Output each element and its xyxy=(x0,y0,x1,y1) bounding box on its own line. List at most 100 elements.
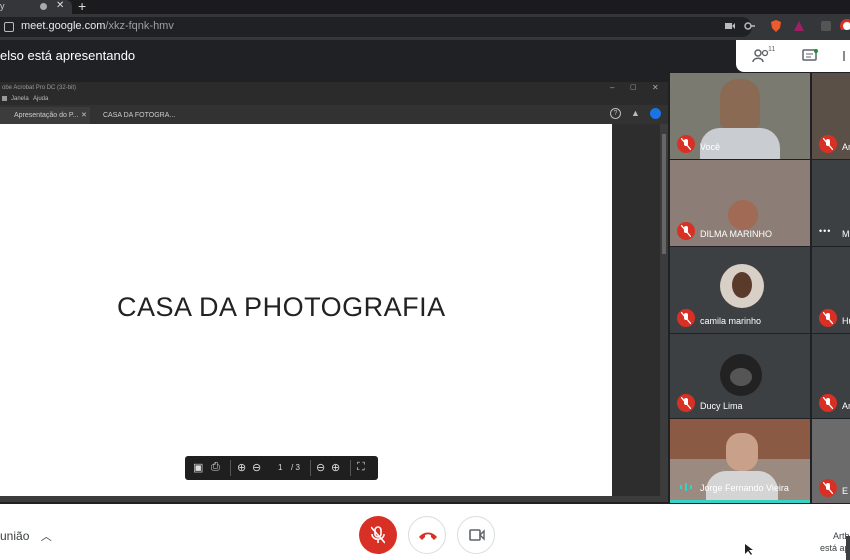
tab-apresentacao[interactable]: Apresentação do P... ✕ xyxy=(0,107,90,124)
participant-avatar xyxy=(720,354,762,396)
slide-title: CASA DA PHOTOGRAFIA xyxy=(117,292,446,322)
participant-tile[interactable]: DILMA MARINHO xyxy=(670,160,810,246)
presenter-thumbnail[interactable] xyxy=(846,536,850,560)
brave-shield-icon[interactable] xyxy=(770,20,782,32)
page-number-input[interactable]: 1 xyxy=(278,463,282,472)
hang-up-icon xyxy=(419,532,437,540)
tab-casa-fotografia[interactable]: CASA DA FOTOGRA... xyxy=(89,107,177,124)
save-icon[interactable]: ▣ xyxy=(193,461,203,474)
presenting-status: elso está apresentando xyxy=(0,48,136,63)
account-icon[interactable] xyxy=(650,108,661,119)
close-window-icon[interactable]: ✕ xyxy=(652,83,659,92)
site-info-icon[interactable] xyxy=(4,22,14,32)
muted-icon xyxy=(677,222,695,240)
brave-rewards-icon[interactable] xyxy=(793,20,805,32)
participant-tile[interactable]: Hu xyxy=(812,247,850,333)
tab-label: CASA DA FOTOGRA... xyxy=(103,112,176,119)
participant-name: Você xyxy=(700,142,721,152)
muted-icon xyxy=(677,135,695,153)
muted-icon xyxy=(819,309,837,327)
menu-ajuda[interactable]: Ajuda xyxy=(33,94,48,105)
scroll-thumb[interactable] xyxy=(662,134,666,254)
participant-tile[interactable]: Ducy Lima xyxy=(670,334,810,418)
help-icon[interactable]: ? xyxy=(610,108,621,119)
more-options-icon[interactable]: ••• xyxy=(819,226,831,236)
profile-avatar-icon[interactable] xyxy=(839,18,850,30)
meeting-details-label: união xyxy=(0,529,30,543)
participant-name: Jorge Fernando Vieira xyxy=(700,483,789,493)
participant-avatar xyxy=(720,264,764,308)
participant-name: E xyxy=(842,486,849,496)
acrobat-right-panel xyxy=(612,124,660,496)
divider xyxy=(230,460,231,476)
url-field[interactable]: meet.google.com/xkz-fqnk-hmv xyxy=(0,17,752,37)
participant-tile[interactable]: camila marinho xyxy=(670,247,810,333)
page-navigation-toolbar: ▣ ⎙ ⊕ ⊖ 1 / 3 ⊖ ⊕ ⛶ xyxy=(185,456,378,480)
zoom-out-icon[interactable]: ⊖ xyxy=(316,461,325,474)
divider xyxy=(350,460,351,476)
next-page-icon[interactable]: ⊖ xyxy=(252,461,261,474)
menu-icon[interactable] xyxy=(2,96,7,101)
people-count: 11 xyxy=(768,46,776,53)
acrobat-title-bar: obe Acrobat Pro DC (32-bit) xyxy=(0,82,668,94)
participant-video xyxy=(728,200,758,230)
tab-title: y xyxy=(0,1,5,11)
pdf-scrollbar[interactable] xyxy=(660,124,668,496)
camera-toggle-button[interactable] xyxy=(457,516,495,554)
maximize-icon[interactable]: ▢ xyxy=(630,83,637,91)
recording-indicator-icon xyxy=(40,3,47,10)
camera-indicator-icon[interactable] xyxy=(724,20,736,32)
acrobat-tabs: Apresentação do P... ✕ CASA DA FOTOGRA..… xyxy=(0,105,668,124)
divider xyxy=(310,460,311,476)
participant-name: Mi xyxy=(842,229,850,239)
participant-video xyxy=(726,433,758,471)
meeting-details-button[interactable]: união ︿ xyxy=(0,528,52,544)
meet-top-controls: 11 xyxy=(736,40,850,72)
close-tab-icon[interactable]: ✕ xyxy=(81,107,87,124)
activities-icon[interactable] xyxy=(838,49,850,63)
chat-icon[interactable] xyxy=(802,49,818,63)
muted-icon xyxy=(819,394,837,412)
participant-name: DILMA MARINHO xyxy=(700,229,773,239)
zoom-in-icon[interactable]: ⊕ xyxy=(331,461,340,474)
fit-page-icon[interactable]: ⛶ xyxy=(357,461,365,474)
avatar-face xyxy=(730,368,752,386)
mic-off-icon xyxy=(371,526,385,544)
participant-tile-active-speaker[interactable]: Jorge Fernando Vieira xyxy=(670,419,810,503)
menu-janela[interactable]: Janela xyxy=(11,94,29,105)
bell-icon[interactable]: ▲ xyxy=(631,108,640,118)
leave-call-button[interactable] xyxy=(408,516,446,554)
video-camera-icon xyxy=(469,529,485,541)
close-tab-icon[interactable]: ✕ xyxy=(56,0,64,12)
microphone-toggle-button[interactable] xyxy=(359,516,397,554)
participant-name: Ar xyxy=(842,142,850,152)
participant-tile[interactable]: Ar xyxy=(812,73,850,159)
extensions-icon[interactable] xyxy=(820,20,832,32)
acrobat-menu-bar: Janela Ajuda xyxy=(0,94,668,105)
participant-name: Ducy Lima xyxy=(700,401,743,411)
url-text[interactable]: meet.google.com/xkz-fqnk-hmv xyxy=(21,20,174,32)
mouse-cursor-icon xyxy=(745,544,753,555)
print-icon[interactable]: ⎙ xyxy=(211,461,220,474)
muted-icon xyxy=(677,309,695,327)
pdf-page: CASA DA PHOTOGRAFIA xyxy=(0,124,612,496)
minimize-icon[interactable]: – xyxy=(610,83,614,92)
participant-tile[interactable]: E xyxy=(812,419,850,503)
browser-tab[interactable]: y ✕ xyxy=(0,0,72,14)
participant-tile[interactable]: ••• Mi xyxy=(812,160,850,246)
participant-name: Hu xyxy=(842,316,850,326)
browser-tab-bar: y ✕ + xyxy=(0,0,850,14)
page-total: / 3 xyxy=(291,463,300,472)
key-icon[interactable] xyxy=(744,20,756,32)
participant-name: Ar xyxy=(842,401,850,411)
address-bar: meet.google.com/xkz-fqnk-hmv xyxy=(0,14,850,40)
muted-icon xyxy=(819,135,837,153)
muted-icon xyxy=(819,479,837,497)
chevron-up-icon: ︿ xyxy=(40,531,52,543)
muted-icon xyxy=(677,394,695,412)
tab-label: Apresentação do P... xyxy=(14,112,79,119)
participant-tile[interactable]: Ar xyxy=(812,334,850,418)
new-tab-button[interactable]: + xyxy=(78,0,86,14)
previous-page-icon[interactable]: ⊕ xyxy=(237,461,246,474)
participant-tile[interactable]: Você xyxy=(670,73,810,159)
